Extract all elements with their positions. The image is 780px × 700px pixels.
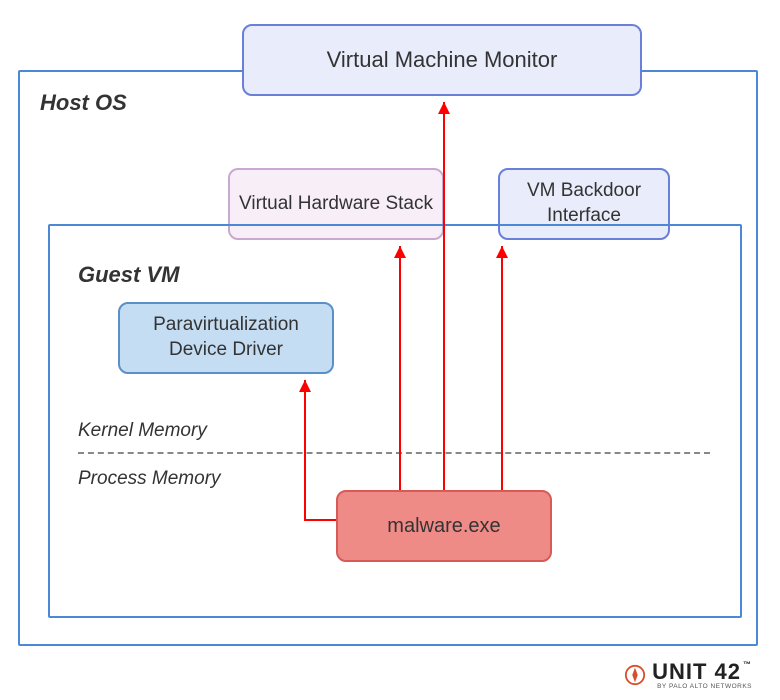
process-memory-label: Process Memory	[78, 468, 221, 490]
vmm-text: Virtual Machine Monitor	[327, 46, 558, 75]
paravirtualization-device-driver-box: Paravirtualization Device Driver	[118, 302, 334, 374]
kernel-memory-label: Kernel Memory	[78, 420, 207, 442]
branding-name: UNIT 42 ™	[652, 659, 752, 685]
host-os-label: Host OS	[40, 90, 127, 116]
vmbi-text: VM Backdoor Interface	[508, 179, 660, 228]
branding-logo: UNIT 42 ™ BY PALO ALTO NETWORKS	[624, 659, 752, 690]
malware-box: malware.exe	[336, 490, 552, 562]
memory-divider	[78, 452, 710, 454]
guest-vm-label: Guest VM	[78, 262, 179, 288]
virtual-machine-monitor-box: Virtual Machine Monitor	[242, 24, 642, 96]
compass-icon	[624, 664, 646, 686]
pvdd-text: Paravirtualization Device Driver	[128, 313, 324, 362]
branding-text-group: UNIT 42 ™ BY PALO ALTO NETWORKS	[652, 659, 752, 690]
trademark-icon: ™	[743, 660, 752, 669]
branding-tagline: BY PALO ALTO NETWORKS	[652, 683, 752, 690]
diagram-canvas: Host OS Virtual Machine Monitor Virtual …	[0, 0, 780, 700]
branding-name-text: UNIT 42	[652, 659, 741, 685]
vhs-text: Virtual Hardware Stack	[239, 192, 433, 217]
malware-text: malware.exe	[387, 513, 500, 539]
